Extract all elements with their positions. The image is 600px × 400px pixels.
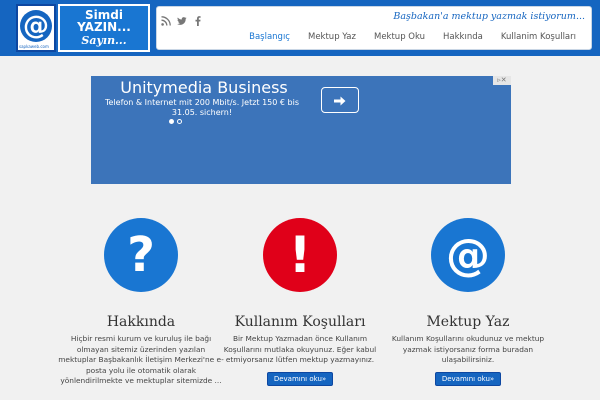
exclamation-icon: !	[263, 218, 337, 292]
ad-carousel-dots	[169, 119, 182, 124]
feature-about: ? Hakkında Hiçbir resmi kurum ve kuruluş…	[56, 218, 226, 387]
ad-subtitle: Telefon & Internet mit 200 Mbit/s. Jetzt…	[104, 98, 299, 117]
social-links	[161, 11, 203, 26]
top-bar: Başbakan'a mektup yazmak istiyorum... Ba…	[156, 6, 592, 50]
nav-item-kullanim-kosullari[interactable]: Kullanim Koşulları	[492, 29, 585, 45]
feature-terms: ! Kullanım Koşulları Bir Mektup Yazmadan…	[215, 218, 385, 386]
at-sign-icon: @	[431, 218, 505, 292]
logo-line-2: YAZIN...	[77, 20, 131, 34]
logo-at-box: @ sapkaweb.com	[16, 4, 56, 52]
feature-title: Mektup Yaz	[426, 314, 510, 330]
nav-item-hakkinda[interactable]: Hakkında	[434, 29, 492, 45]
svg-text:@: @	[446, 230, 490, 281]
svg-text:!: !	[289, 226, 312, 284]
ad-arrow-button[interactable]	[321, 87, 359, 113]
feature-text: Kullanım Koşullarını okudunuz ve mektup …	[391, 334, 545, 364]
ad-title: Unitymedia Business	[120, 78, 288, 97]
ad-choices-badge[interactable]: ▹✕	[493, 76, 511, 85]
rss-icon[interactable]	[161, 11, 171, 26]
carousel-dot[interactable]	[177, 119, 182, 124]
arrow-right-icon	[334, 91, 346, 110]
feature-title: Kullanım Koşulları	[234, 314, 366, 330]
ad-banner[interactable]: ▹✕ Unitymedia Business Telefon & Interne…	[91, 76, 511, 184]
logo-small-text: sapkaweb.com	[19, 44, 49, 49]
nav-item-baslangic[interactable]: Başlangıç	[240, 29, 299, 45]
svg-text:?: ?	[127, 227, 155, 283]
carousel-dot-active[interactable]	[169, 119, 174, 124]
main-nav: Başlangıç Mektup Yaz Mektup Oku Hakkında…	[240, 29, 585, 45]
question-icon: ?	[104, 218, 178, 292]
site-header: @ sapkaweb.com Simdi YAZIN... Sayın... B…	[0, 0, 600, 56]
site-tagline: Başbakan'a mektup yazmak istiyorum...	[393, 11, 585, 22]
facebook-icon[interactable]	[193, 11, 203, 26]
feature-text: Hiçbir resmi kurum ve kuruluş ile bağı o…	[58, 334, 224, 385]
nav-item-mektup-yaz[interactable]: Mektup Yaz	[299, 29, 365, 45]
logo-at-icon: @	[20, 10, 52, 42]
logo-line-3: Sayın...	[81, 34, 127, 47]
nav-item-mektup-oku[interactable]: Mektup Oku	[365, 29, 434, 45]
read-more-button[interactable]: Devamını oku»	[266, 371, 334, 386]
logo-text-box: Simdi YAZIN... Sayın...	[58, 4, 150, 52]
site-logo[interactable]: @ sapkaweb.com Simdi YAZIN... Sayın...	[16, 4, 152, 52]
feature-write-letter: @ Mektup Yaz Kullanım Koşullarını okudun…	[383, 218, 553, 386]
feature-title: Hakkında	[106, 314, 176, 330]
read-more-button[interactable]: Devamını oku»	[434, 371, 502, 386]
twitter-icon[interactable]	[177, 11, 187, 25]
feature-text: Bir Mektup Yazmadan önce Kullanım Koşull…	[223, 334, 377, 364]
